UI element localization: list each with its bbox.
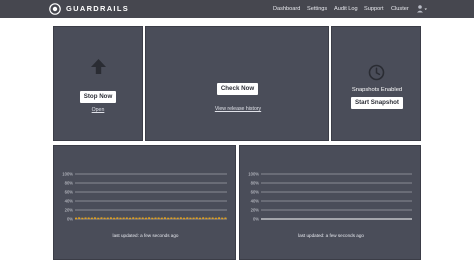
start-snapshot-button[interactable]: Start Snapshot [351,97,403,109]
open-link[interactable]: Open [79,107,117,113]
y-tick-label: 20% [251,208,260,213]
y-tick-label: 40% [251,199,260,204]
y-tick-label: 40% [65,199,74,204]
monitor-panel: Stop Now Open [53,26,143,141]
nav-dashboard[interactable]: Dashboard [273,4,300,14]
chart-panel-right: 100% 80% 60% 40% 20% 0% last updated: a few s… [239,145,421,260]
y-tick-label: 60% [65,190,74,195]
y-tick-label: 60% [251,190,260,195]
snapshots-status: Snapshots Enabled [351,87,403,93]
clock-icon [368,64,385,81]
last-updated-label: last updated: a few seconds ago [112,233,179,238]
y-tick-label: 0% [253,217,259,222]
brand-name: GUARDRAILS [66,4,129,13]
y-tick-label: 100% [248,172,259,177]
nav-settings[interactable]: Settings [307,4,327,14]
nav-support[interactable]: Support [364,4,384,14]
usage-chart-right: 100% 80% 60% 40% 20% 0% [248,172,412,222]
snapshots-panel: Snapshots Enabled Start Snapshot [331,26,421,141]
nav-cluster[interactable]: Cluster [391,4,409,14]
updates-panel: Check Now View release history [145,26,329,141]
y-tick-label: 80% [65,181,74,186]
user-menu-icon[interactable] [416,3,428,15]
top-navbar: GUARDRAILS Dashboard Settings Audit Log … [0,0,474,18]
view-release-history-link[interactable]: View release history [203,106,273,112]
chart-panel-left: 100% 80% 60% 40% 20% 0% last updated: a few s… [53,145,236,260]
last-updated-label: last updated: a few seconds ago [298,233,364,238]
y-tick-label: 100% [62,172,73,177]
arrow-up-icon [91,59,106,74]
stop-now-button[interactable]: Stop Now [80,91,116,103]
guardrails-logo-icon [49,3,61,15]
y-tick-label: 80% [251,181,260,186]
y-tick-label: 20% [65,208,74,213]
nav-audit-log[interactable]: Audit Log [334,4,358,14]
usage-chart-left: 100% 80% 60% 40% 20% 0% [62,172,228,222]
check-now-button[interactable]: Check Now [217,83,258,95]
y-tick-label: 0% [67,217,73,222]
